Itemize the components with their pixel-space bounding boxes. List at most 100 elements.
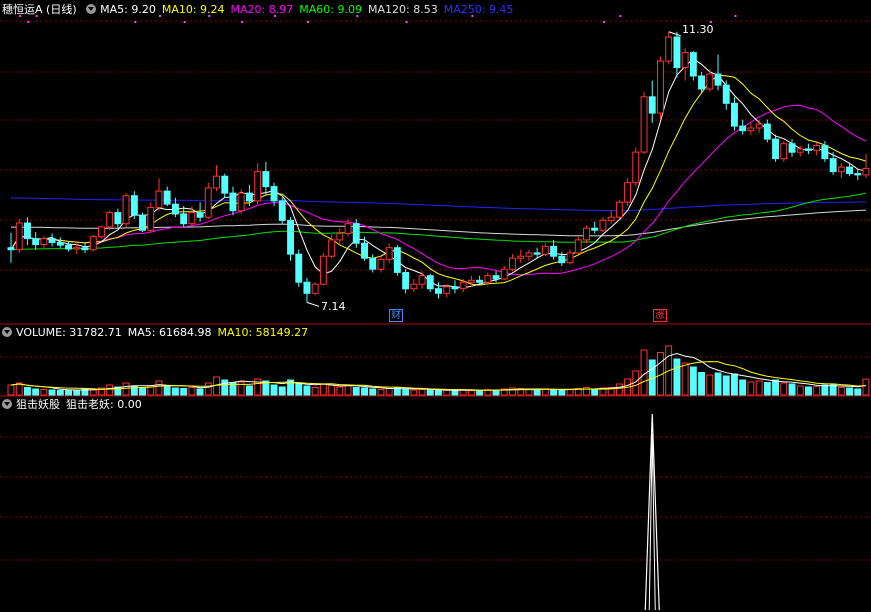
volume-bar-21 [180, 388, 188, 396]
volume-bar-35 [295, 382, 303, 396]
candle-15 [130, 191, 138, 220]
candle-body-84 [698, 75, 705, 90]
ma5-line [10, 58, 867, 289]
event-mark-financial[interactable]: 财 [389, 309, 403, 322]
low-price-label: 7.14 [321, 300, 346, 313]
volume-legend-item-2: MA10: 58149.27 [217, 326, 309, 339]
volume-bar-104 [862, 378, 870, 396]
candle-body-45 [377, 259, 385, 270]
event-mark-limit-up[interactable]: 涨 [653, 309, 667, 322]
candle-body-54 [451, 286, 459, 290]
candle-13 [114, 208, 122, 229]
candle-body-93 [772, 138, 779, 160]
dropdown-icon[interactable] [2, 399, 12, 409]
candle-7 [65, 241, 72, 252]
candle-80 [665, 31, 673, 65]
candle-body-43 [361, 242, 369, 259]
candle-body-30 [254, 171, 262, 202]
candle-body-56 [467, 279, 475, 283]
signal-dot-3 [134, 21, 137, 23]
candle-body-15 [130, 195, 138, 216]
candle-101 [837, 163, 845, 179]
candle-24 [204, 182, 212, 220]
candle-61 [509, 254, 516, 272]
candle-94 [780, 141, 788, 162]
candle-73 [607, 210, 615, 224]
candle-body-46 [385, 247, 393, 260]
volume-bar-8 [73, 389, 81, 396]
ma-legend-item-1: MA10: 9.24 [161, 3, 225, 16]
volume-bar-0 [7, 384, 15, 396]
dropdown-icon[interactable] [86, 4, 97, 14]
volume-bar-6 [56, 390, 64, 396]
volume-bar-86 [714, 372, 722, 396]
candle-body-17 [147, 206, 155, 231]
candle-18 [155, 178, 163, 211]
candle-body-33 [278, 200, 286, 221]
ma-legend-item-0: MA5: 9.20 [100, 3, 156, 16]
indicator-plot [644, 413, 660, 611]
candle-70 [583, 225, 590, 244]
candle-body-58 [484, 275, 492, 283]
volume-bar-19 [163, 385, 171, 396]
candle-56 [467, 275, 475, 287]
candle-75 [624, 178, 631, 207]
candle-28 [237, 189, 245, 214]
volume-bar-93 [772, 379, 779, 396]
volume-bar-49 [410, 389, 418, 396]
candle-104 [862, 154, 870, 179]
candle-9 [81, 243, 89, 253]
candle-43 [361, 236, 369, 261]
candle-body-70 [583, 227, 590, 241]
candle-body-20 [172, 203, 179, 215]
candle-body-60 [500, 268, 508, 280]
candle-body-9 [81, 247, 89, 251]
candle-49 [410, 278, 418, 292]
dropdown-icon[interactable] [2, 327, 12, 337]
candle-body-24 [204, 187, 212, 218]
ma-legend-item-5: MA250: 9.45 [443, 3, 514, 16]
candle-66 [550, 239, 557, 260]
candle-body-31 [262, 171, 270, 188]
candle-65 [541, 243, 549, 257]
candle-body-94 [780, 143, 788, 160]
candle-body-14 [122, 195, 130, 225]
candle-body-41 [344, 223, 352, 234]
candle-26 [221, 173, 229, 198]
volume-bar-18 [155, 380, 163, 396]
candle-87 [722, 80, 730, 110]
candle-body-13 [114, 212, 122, 225]
candle-36 [303, 277, 311, 303]
volume-bar-66 [550, 389, 557, 396]
candle-body-18 [155, 190, 163, 208]
candle-body-37 [311, 283, 319, 294]
candle-body-102 [846, 166, 853, 175]
candle-50 [418, 271, 426, 289]
candle-body-55 [459, 281, 467, 290]
volume-legend-item-0: VOLUME: 31782.71 [16, 326, 122, 339]
volume-bar-12 [106, 384, 114, 396]
candle-body-50 [418, 275, 426, 285]
candle-body-79 [657, 60, 664, 114]
candle-body-28 [237, 192, 245, 212]
volume-legend-item-1: MA5: 61684.98 [127, 326, 212, 339]
candle-body-98 [813, 145, 821, 151]
candle-1 [15, 219, 23, 253]
volume-bar-26 [221, 379, 229, 396]
signal-dot-7 [241, 21, 244, 23]
candle-74 [615, 199, 623, 220]
candle-body-88 [731, 102, 738, 127]
candle-57 [476, 275, 484, 286]
candle-23 [196, 202, 204, 222]
candle-body-97 [805, 148, 812, 151]
candle-body-61 [509, 257, 516, 270]
candle-body-59 [492, 275, 500, 280]
high-price-label: 11.30 [682, 23, 714, 36]
candle-body-78 [648, 96, 656, 114]
volume-bar-22 [188, 387, 196, 396]
candle-81 [673, 31, 681, 78]
volume-bar-87 [722, 375, 730, 396]
candle-body-1 [15, 222, 23, 251]
candle-body-104 [862, 167, 870, 176]
candle-body-53 [443, 286, 451, 294]
